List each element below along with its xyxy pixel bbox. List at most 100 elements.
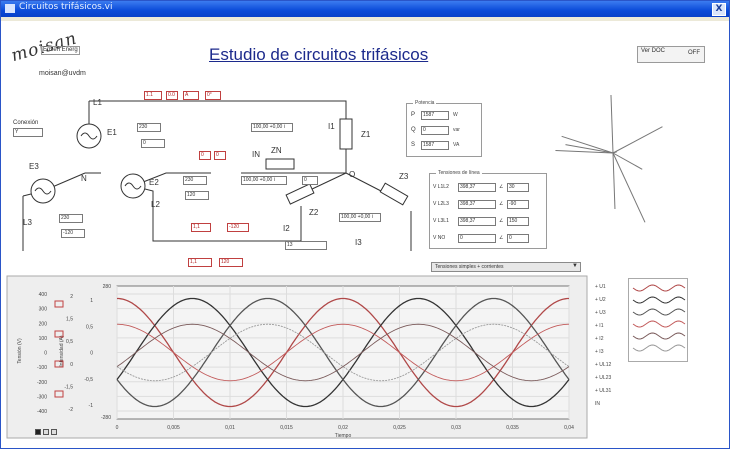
legend-swatch-u3 xyxy=(632,308,686,316)
circuit-value-field[interactable]: -120 xyxy=(227,223,249,232)
x-tick-label: 0,02 xyxy=(338,425,348,431)
potencia-row-label: Q xyxy=(411,127,416,133)
circuit-label: I2 xyxy=(283,224,290,233)
legend-item[interactable]: + U3 xyxy=(595,310,606,316)
tension-row-angle[interactable]: -90 xyxy=(507,200,529,209)
legend-item[interactable]: IN xyxy=(595,401,600,407)
x-tick-label: 0,03 xyxy=(451,425,461,431)
circuit-value-field[interactable]: 1,1 xyxy=(188,258,212,267)
zoom-tool-icon[interactable] xyxy=(35,429,41,435)
potencia-row-label: S xyxy=(411,142,416,148)
y-right-tick-label: 0,5 xyxy=(86,324,93,330)
y-left-tick-label: 200 xyxy=(39,321,48,327)
circuit-label: I1 xyxy=(328,122,335,131)
legend-swatch-u2 xyxy=(632,296,686,304)
circuit-label: Z2 xyxy=(309,208,319,217)
x-tick-label: 0,04 xyxy=(564,425,574,431)
circuit-label: O xyxy=(349,170,356,179)
y-mid-tick-label: 1,5 xyxy=(66,317,73,323)
circuit-label: E1 xyxy=(107,128,117,137)
circuit-value-field[interactable]: 120 xyxy=(219,258,243,267)
circuit-value-field[interactable]: 1,1 xyxy=(191,223,211,232)
tension-row-angle[interactable]: 150 xyxy=(507,217,529,226)
cursor-tool-icon[interactable] xyxy=(51,429,57,435)
circuit-label: L3 xyxy=(23,218,32,227)
y-right-tick-label: 0 xyxy=(90,351,93,357)
legend-item[interactable]: + U2 xyxy=(595,297,606,303)
y-left-tick-label: 0 xyxy=(44,351,47,357)
legend-item[interactable]: + UL12 xyxy=(595,362,611,368)
circuit-value-field[interactable]: 230 xyxy=(59,214,83,223)
y-left-tick-label: -200 xyxy=(37,380,47,386)
tension-row-value[interactable]: 398,37 xyxy=(458,200,496,209)
circuit-value-field[interactable]: -120 xyxy=(61,229,85,238)
x-tick-label: 0,025 xyxy=(393,425,406,431)
circuit-label: L1 xyxy=(93,98,102,107)
tension-row-angle[interactable]: 30 xyxy=(507,183,529,192)
potencia-row-value[interactable]: 1587 xyxy=(421,141,449,150)
y-right-tick-label: 1 xyxy=(90,298,93,304)
circuit-label: Z1 xyxy=(361,130,371,139)
y-mid-tick-label: 2 xyxy=(70,294,73,300)
legend-item[interactable]: + I2 xyxy=(595,336,603,342)
y-right-axis-title: Intensidad (A) xyxy=(59,335,65,366)
tension-row-angle-sep: ∠ xyxy=(499,201,504,207)
circuit-label: E3 xyxy=(29,162,39,171)
y-mid-tick-label: 0 xyxy=(70,362,73,368)
y-left-tick-label: -400 xyxy=(37,409,47,415)
legend-item[interactable]: + I1 xyxy=(595,323,603,329)
tension-row-angle[interactable]: 0 xyxy=(507,234,529,243)
circuit-value-field[interactable]: 230 xyxy=(137,123,161,132)
top-tick-label: 280 xyxy=(103,284,112,290)
x-tick-label: 0,005 xyxy=(167,425,180,431)
legend-item[interactable]: + UL23 xyxy=(595,375,611,381)
circuit-value-field[interactable]: 1.1 xyxy=(144,91,162,100)
circuit-label: N xyxy=(81,174,87,183)
app-window: Circuitos trifásicos.vi X moisan Enseñ E… xyxy=(0,0,730,449)
pan-tool-icon[interactable] xyxy=(43,429,49,435)
tension-row-value[interactable]: 398,37 xyxy=(458,183,496,192)
legend-swatches xyxy=(628,278,688,362)
y-mid-tick-label: -1,5 xyxy=(64,384,73,390)
waveform-chart: 0 0,005 0,01 0,015 0,02 0,025 0,03 0,035 0,04 400… xyxy=(6,275,588,439)
potencia-row-label: P xyxy=(411,112,416,118)
legend-swatch-i3 xyxy=(632,344,686,352)
circuit-value-field[interactable]: 120 xyxy=(185,191,209,200)
potencia-row-value[interactable]: 1587 xyxy=(421,111,449,120)
tension-row-value[interactable]: 398,37 xyxy=(458,217,496,226)
legend-item[interactable]: + UL31 xyxy=(595,388,611,394)
circuit-value-field[interactable]: 230 xyxy=(183,176,207,185)
y-left-axis-title: Tensión (V) xyxy=(17,338,23,364)
y-right-tick-label: -0,5 xyxy=(84,377,93,383)
x-axis-title: Tiempo xyxy=(335,433,352,439)
circuit-value-field[interactable]: 0° xyxy=(205,91,221,100)
tension-row-value[interactable]: 0 xyxy=(458,234,496,243)
tension-row-angle-sep: ∠ xyxy=(499,235,504,241)
circuit-label: IN xyxy=(252,150,260,159)
legend-swatch-lines xyxy=(632,284,686,352)
legend-item[interactable]: + I3 xyxy=(595,349,603,355)
circuit-value-field[interactable]: 0 xyxy=(199,151,211,160)
circuit-value-field[interactable]: 100,00 +0,00 i xyxy=(339,213,381,222)
circuit-value-field[interactable]: 0 xyxy=(214,151,226,160)
tension-row-angle-sep: ∠ xyxy=(499,184,504,190)
circuit-label: E2 xyxy=(149,178,159,187)
circuit-value-field[interactable]: 0 xyxy=(302,176,318,185)
circuit-value-field[interactable]: 100,00 +0,00 i xyxy=(241,176,287,185)
potencia-row-value[interactable]: 0 xyxy=(421,126,449,135)
potencia-row-unit: W xyxy=(453,112,458,118)
circuit-value-field[interactable]: A xyxy=(183,91,199,100)
x-tick-label: 0 xyxy=(116,425,119,431)
bottom-tick-label: -280 xyxy=(101,415,111,421)
y-left-tick-label: -300 xyxy=(37,394,47,400)
circuit-value-field[interactable]: 0 xyxy=(141,139,165,148)
potencia-row-unit: VA xyxy=(453,142,460,148)
circuit-value-field[interactable]: 100,00 +0,00 i xyxy=(251,123,293,132)
circuit-value-field[interactable]: 13 xyxy=(285,241,327,250)
tension-row-label: V L1L2 xyxy=(433,184,449,190)
y-left-tick-label: 300 xyxy=(39,307,48,313)
circuit-label: L2 xyxy=(151,200,160,209)
circuit-value-field[interactable]: 0.0 xyxy=(166,91,178,100)
circuit-label: I3 xyxy=(355,238,362,247)
legend-item[interactable]: + U1 xyxy=(595,284,606,290)
